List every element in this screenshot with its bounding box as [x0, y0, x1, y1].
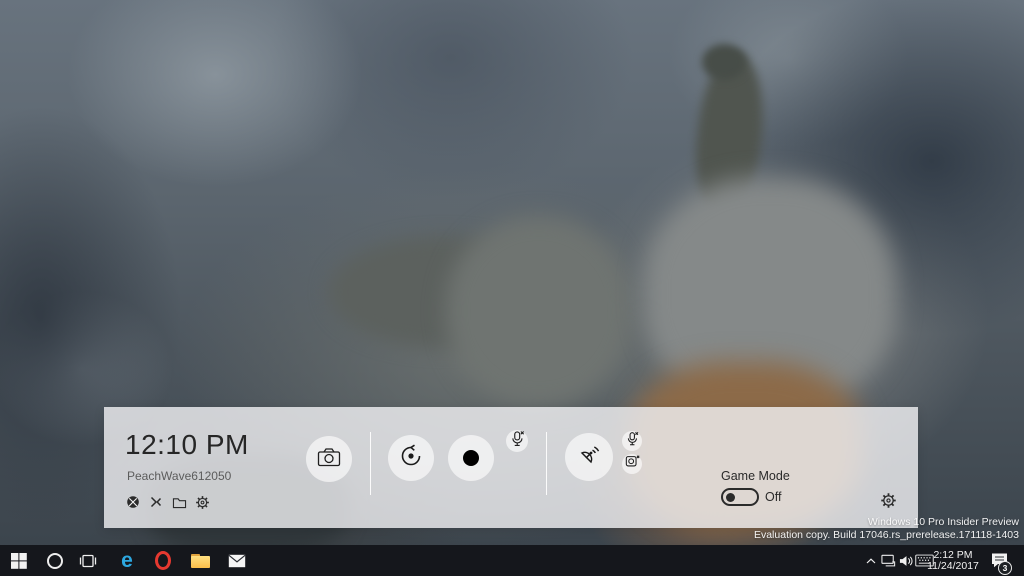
game-mode-label: Game Mode [721, 469, 790, 483]
start-button[interactable] [2, 545, 36, 576]
broadcast-dish-icon [576, 442, 602, 473]
gamertag: PeachWave612050 [127, 469, 231, 483]
mic-muted-icon [510, 430, 525, 453]
xbox-icon[interactable] [125, 494, 141, 510]
mail-button[interactable] [220, 545, 254, 576]
divider [546, 432, 547, 495]
edge-icon: e [121, 545, 133, 576]
task-view-icon [79, 553, 97, 569]
wallpaper-center-iguana [446, 216, 632, 406]
webcam-off-icon [625, 454, 640, 474]
game-bar-panel: 12:10 PM PeachWave612050 [104, 407, 918, 528]
file-explorer-icon [191, 554, 210, 568]
watermark-line2: Evaluation copy. Build 17046.rs_prerelea… [754, 529, 1019, 542]
insider-watermark: Windows 10 Pro Insider Preview Evaluatio… [754, 516, 1019, 542]
broadcast-button[interactable] [565, 433, 613, 481]
record-last-button[interactable] [388, 435, 434, 481]
tray-time: 2:12 PM [933, 550, 972, 561]
volume-icon [899, 555, 913, 567]
mixer-broadcast-icon[interactable] [148, 494, 164, 510]
game-bar-clock: 12:10 PM [125, 429, 249, 461]
opera-icon [155, 551, 171, 570]
chevron-up-icon [866, 558, 876, 564]
cortana-button[interactable] [38, 545, 72, 576]
game-mode-state: Off [765, 490, 781, 504]
action-center-button[interactable]: 3 [985, 545, 1013, 576]
game-mode-toggle[interactable] [721, 488, 759, 506]
camera-icon [317, 447, 341, 472]
mail-envelope-icon [228, 554, 246, 568]
quick-actions-row [125, 494, 210, 510]
game-bar-settings-button[interactable] [880, 492, 898, 510]
screenshot-button[interactable] [306, 436, 352, 482]
opera-button[interactable] [146, 545, 180, 576]
volume-button[interactable] [898, 545, 914, 576]
cortana-circle-icon [47, 553, 63, 569]
gear-icon [880, 492, 897, 509]
wallpaper-small-iguana-head [702, 44, 746, 80]
tray-date: 11/24/2017 [927, 561, 979, 572]
file-explorer-button[interactable] [183, 545, 217, 576]
tray-clock[interactable]: 2:12 PM 11/24/2017 [922, 545, 984, 576]
notification-badge: 3 [998, 561, 1012, 575]
watermark-line1: Windows 10 Pro Insider Preview [754, 516, 1019, 529]
windows-logo-icon [11, 553, 27, 569]
network-icon [881, 554, 897, 567]
mic-muted-icon [626, 431, 639, 452]
gallery-folder-icon[interactable] [171, 494, 187, 510]
record-button[interactable] [448, 435, 494, 481]
webcam-toggle-button[interactable] [622, 454, 642, 474]
edge-button[interactable]: e [110, 545, 144, 576]
task-view-button[interactable] [71, 545, 105, 576]
divider [370, 432, 371, 495]
network-button[interactable] [880, 545, 898, 576]
gear-icon[interactable] [194, 494, 210, 510]
broadcast-mic-toggle-button[interactable] [622, 431, 642, 451]
mic-toggle-button[interactable] [506, 430, 528, 452]
toggle-knob [726, 493, 735, 502]
record-that-icon [398, 443, 424, 474]
tray-overflow-button[interactable] [862, 545, 880, 576]
taskbar: e 2:12 PM 11/24/2017 3 [0, 545, 1024, 576]
record-dot-icon [463, 450, 479, 466]
desktop: 12:10 PM PeachWave612050 [0, 0, 1024, 576]
